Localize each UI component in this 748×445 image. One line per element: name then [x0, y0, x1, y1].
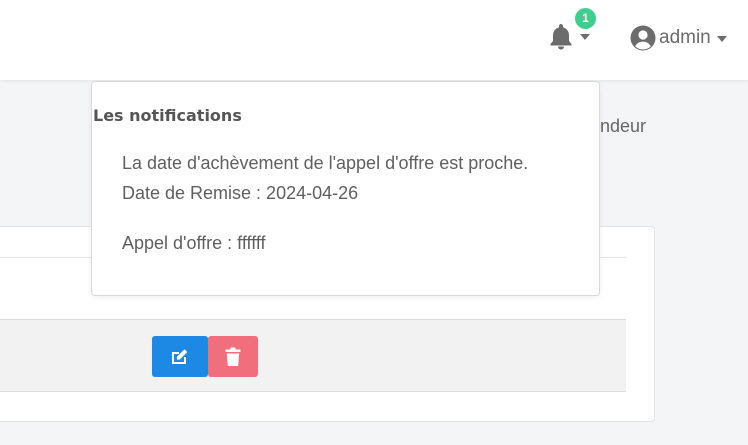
notification-message[interactable]: La date d'achèvement de l'appel d'offre …	[122, 153, 528, 174]
edit-icon	[172, 348, 188, 364]
delete-button[interactable]	[208, 336, 258, 377]
user-caret-icon	[716, 36, 727, 42]
top-navbar: 1 admin	[0, 0, 748, 80]
table-row	[0, 319, 626, 392]
notification-tender[interactable]: Appel d'offre : ffffff	[122, 233, 266, 254]
trash-icon	[225, 347, 241, 366]
user-name: admin	[659, 27, 711, 48]
notification-due-date[interactable]: Date de Remise : 2024-04-26	[122, 183, 358, 204]
notification-badge: 1	[575, 8, 596, 29]
user-circle-icon	[630, 25, 656, 51]
user-menu[interactable]: admin	[630, 24, 727, 52]
notification-caret-icon[interactable]	[580, 34, 590, 40]
edit-button[interactable]	[152, 336, 208, 377]
notification-bell-icon[interactable]	[548, 22, 574, 50]
notifications-popover: Les notifications La date d'achèvement d…	[91, 81, 600, 296]
popover-title: Les notifications	[93, 106, 242, 125]
